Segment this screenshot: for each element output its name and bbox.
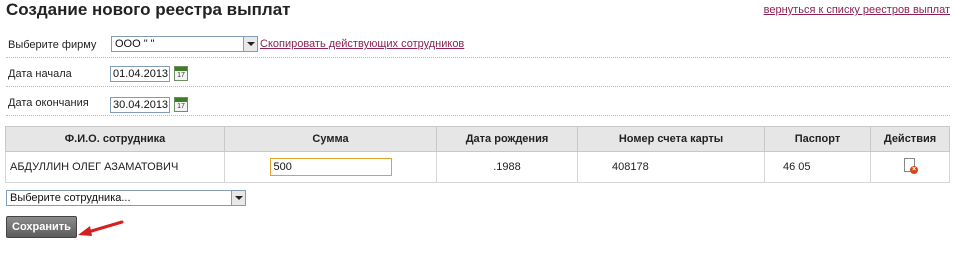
employees-table: Ф.И.О. сотрудника Сумма Дата рождения Но… bbox=[5, 126, 950, 183]
actions-cell: × bbox=[870, 151, 950, 183]
passport-cell: 46 05 bbox=[764, 151, 871, 183]
calendar-day: 17 bbox=[177, 72, 185, 79]
back-to-registries-link[interactable]: вернуться к списку реестров выплат bbox=[764, 4, 950, 16]
table-header-row: Ф.И.О. сотрудника Сумма Дата рождения Но… bbox=[5, 126, 950, 152]
end-date-row: Дата окончания 30.04.2013 17 bbox=[6, 87, 950, 116]
column-header-amount: Сумма bbox=[224, 126, 437, 152]
calendar-day: 17 bbox=[177, 103, 185, 110]
amount-cell bbox=[224, 151, 437, 183]
page-title: Создание нового реестра выплат bbox=[6, 0, 291, 19]
start-date-input[interactable]: 01.04.2013 bbox=[110, 66, 170, 82]
start-date-row: Дата начала 01.04.2013 17 bbox=[6, 58, 950, 87]
column-header-name: Ф.И.О. сотрудника bbox=[5, 126, 225, 152]
employee-name: АБДУЛЛИН ОЛЕГ АЗАМАТОВИЧ bbox=[5, 151, 225, 183]
employee-select-placeholder: Выберите сотрудника... bbox=[10, 192, 131, 204]
end-date-label: Дата окончания bbox=[8, 97, 89, 109]
copy-employees-link[interactable]: Скопировать действующих сотрудников bbox=[260, 38, 464, 50]
employee-select[interactable]: Выберите сотрудника... bbox=[6, 190, 246, 206]
column-header-actions: Действия bbox=[870, 126, 950, 152]
firm-row: Выберите фирму ООО " " Скопировать дейст… bbox=[6, 29, 950, 58]
calendar-icon[interactable]: 17 bbox=[174, 66, 188, 81]
calendar-icon[interactable]: 17 bbox=[174, 97, 188, 112]
amount-input[interactable] bbox=[269, 158, 392, 176]
firm-select[interactable]: ООО " " bbox=[111, 36, 258, 52]
start-date-label: Дата начала bbox=[8, 68, 72, 80]
chevron-down-icon[interactable] bbox=[243, 37, 257, 51]
annotation-arrow-icon bbox=[78, 220, 124, 236]
firm-select-value: ООО " " bbox=[115, 38, 155, 50]
chevron-down-icon[interactable] bbox=[231, 191, 245, 205]
end-date-input[interactable]: 30.04.2013 bbox=[110, 97, 170, 113]
firm-label: Выберите фирму bbox=[8, 39, 97, 51]
birth-date-cell: .1988 bbox=[436, 151, 578, 183]
delete-row-icon[interactable]: × bbox=[903, 157, 918, 174]
save-button[interactable]: Сохранить bbox=[6, 216, 77, 238]
column-header-birth-date: Дата рождения bbox=[436, 126, 578, 152]
column-header-passport: Паспорт bbox=[764, 126, 871, 152]
card-number-cell: 408178 bbox=[577, 151, 765, 183]
table-row: АБДУЛЛИН ОЛЕГ АЗАМАТОВИЧ .1988 408178 46… bbox=[5, 151, 950, 183]
column-header-card-number: Номер счета карты bbox=[577, 126, 765, 152]
